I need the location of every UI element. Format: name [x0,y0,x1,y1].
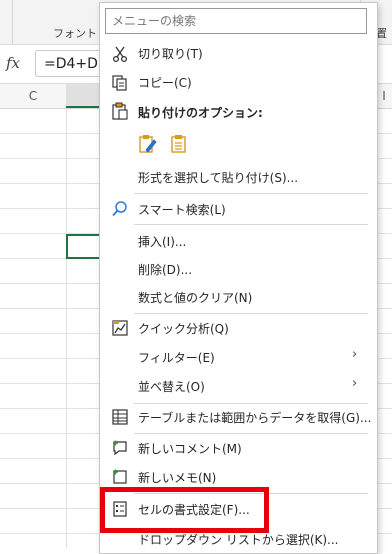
menu-item-quick-analysis-label: クイック分析(Q) [138,322,229,336]
grid-line [66,108,67,548]
menu-item-copy-label: コピー(C) [138,76,192,90]
column-header-c[interactable]: C [0,84,66,108]
column-header-right[interactable]: I [376,84,392,108]
menu-item-clear-contents-label: 数式と値のクリア(N) [138,291,253,305]
highlight-box [100,487,269,533]
paste-options-heading: 貼り付けのオプション: [138,106,263,120]
smart-lookup-icon [112,201,127,217]
menu-item-delete-label: 削除(D)... [138,263,193,277]
quick-analysis-icon [112,320,128,336]
chevron-right-icon: › [352,376,358,391]
menu-separator [134,403,368,404]
scissors-icon [112,46,128,63]
menu-item-get-data-label: テーブルまたは範囲からデータを取得(G)... [138,411,372,425]
paste-icon [112,102,128,120]
menu-separator [134,313,368,314]
copy-icon [112,75,127,91]
fx-icon[interactable]: fx [6,54,20,72]
menu-item-cut-label: 切り取り(T) [138,47,203,61]
menu-item-insert-label: 挿入(I)... [138,235,187,249]
menu-item-paste-special-label: 形式を選択して貼り付け(S)... [138,171,299,185]
new-note-icon [113,469,127,484]
menu-item-new-note-label: 新しいメモ(N) [138,471,217,485]
table-icon [112,409,128,425]
menu-item-filter-label: フィルター(E) [138,351,215,365]
menu-separator [134,433,368,434]
menu-search-input[interactable] [105,8,367,34]
chevron-right-icon: › [352,347,358,362]
paste-values-icon[interactable] [169,134,189,154]
menu-item-smart-lookup-label: スマート検索(L) [138,203,226,217]
menu-separator [134,193,368,194]
new-comment-icon [113,440,127,456]
paste-formatting-icon[interactable] [138,134,158,154]
ribbon-separator [12,0,13,44]
menu-item-new-comment-label: 新しいコメント(M) [138,442,242,456]
ribbon-group-font-label: フォント [53,27,97,40]
menu-item-sort-label: 並べ替え(O) [138,380,205,394]
menu-separator [134,224,368,225]
menu-item-dropdown-pick-label: ドロップダウン リストから選択(K)... [138,533,339,547]
column-header-selected[interactable] [66,84,100,108]
active-cell[interactable] [66,234,102,259]
